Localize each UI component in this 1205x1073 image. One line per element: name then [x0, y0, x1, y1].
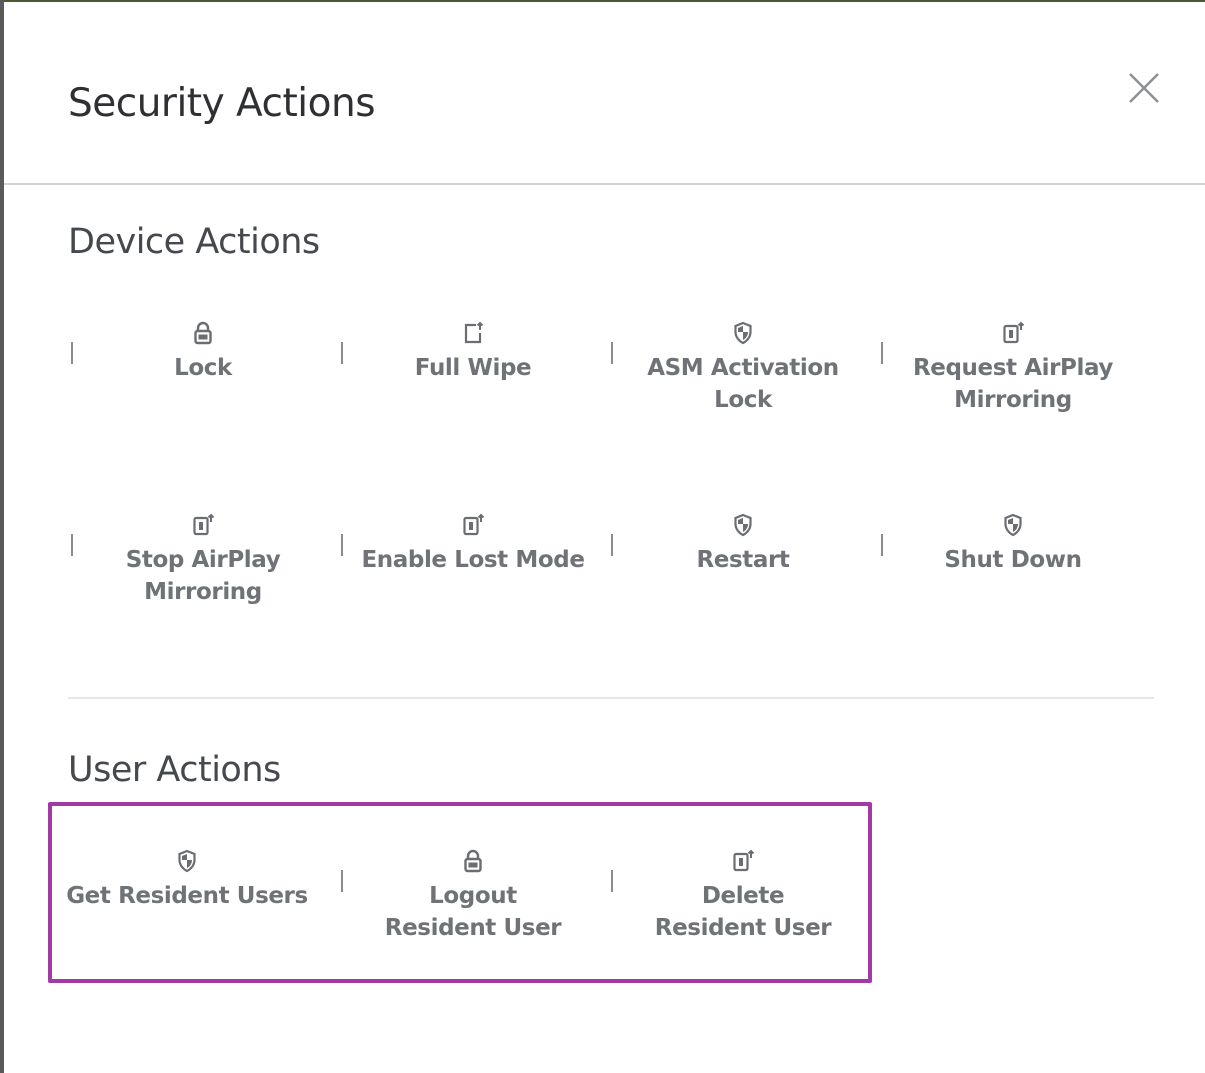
shield-icon	[1001, 512, 1025, 538]
close-icon[interactable]	[1124, 68, 1164, 108]
separator	[341, 870, 343, 892]
full-wipe-action[interactable]: Full Wipe	[338, 320, 608, 384]
section-divider	[68, 697, 1154, 699]
logout-resident-user-action[interactable]: Logout Resident User	[338, 848, 608, 944]
separator	[611, 534, 613, 556]
action-label: Full Wipe	[414, 355, 532, 381]
airplay-icon	[731, 848, 755, 874]
delete-resident-user-action[interactable]: Delete Resident User	[608, 848, 878, 944]
separator	[611, 870, 613, 892]
action-label: Logout Resident User	[384, 883, 562, 941]
restart-action[interactable]: Restart	[608, 512, 878, 576]
lock-action[interactable]: Lock	[68, 320, 338, 384]
action-label: Shut Down	[944, 547, 1082, 573]
action-label: Enable Lost Mode	[361, 547, 585, 573]
stop-airplay-mirroring-action[interactable]: Stop AirPlay Mirroring	[68, 512, 338, 608]
action-label: ASM Activation Lock	[647, 355, 839, 413]
shield-icon	[731, 320, 755, 346]
airplay-icon	[191, 512, 215, 538]
dialog-header: Security Actions	[4, 2, 1205, 185]
action-label: Stop AirPlay Mirroring	[125, 547, 281, 605]
action-label: Delete Resident User	[654, 883, 832, 941]
action-label: Request AirPlay Mirroring	[912, 355, 1113, 413]
action-label: Restart	[696, 547, 790, 573]
separator	[611, 342, 613, 364]
lock-icon	[191, 320, 215, 346]
separator	[341, 534, 343, 556]
airplay-icon	[461, 512, 485, 538]
separator	[341, 342, 343, 364]
shut-down-action[interactable]: Shut Down	[878, 512, 1148, 576]
airplay-icon	[1001, 320, 1025, 346]
action-label: Lock	[174, 355, 232, 381]
request-airplay-mirroring-action[interactable]: Request AirPlay Mirroring	[878, 320, 1148, 416]
shield-icon	[731, 512, 755, 538]
asm-activation-lock-action[interactable]: ASM Activation Lock	[608, 320, 878, 416]
dialog-title: Security Actions	[68, 81, 376, 126]
separator	[71, 534, 73, 556]
separator	[71, 342, 73, 364]
action-label: Get Resident Users	[66, 883, 308, 909]
security-actions-dialog: Security Actions Device Actions Lock Ful…	[0, 0, 1205, 1073]
shield-icon	[175, 848, 199, 874]
separator	[881, 534, 883, 556]
get-resident-users-action[interactable]: Get Resident Users	[52, 848, 322, 912]
close-button[interactable]	[1124, 68, 1164, 108]
enable-lost-mode-action[interactable]: Enable Lost Mode	[338, 512, 608, 576]
lock-icon	[461, 848, 485, 874]
separator	[881, 342, 883, 364]
user-actions-heading: User Actions	[68, 750, 281, 790]
device-actions-heading: Device Actions	[68, 222, 320, 262]
wipe-icon	[461, 320, 485, 346]
